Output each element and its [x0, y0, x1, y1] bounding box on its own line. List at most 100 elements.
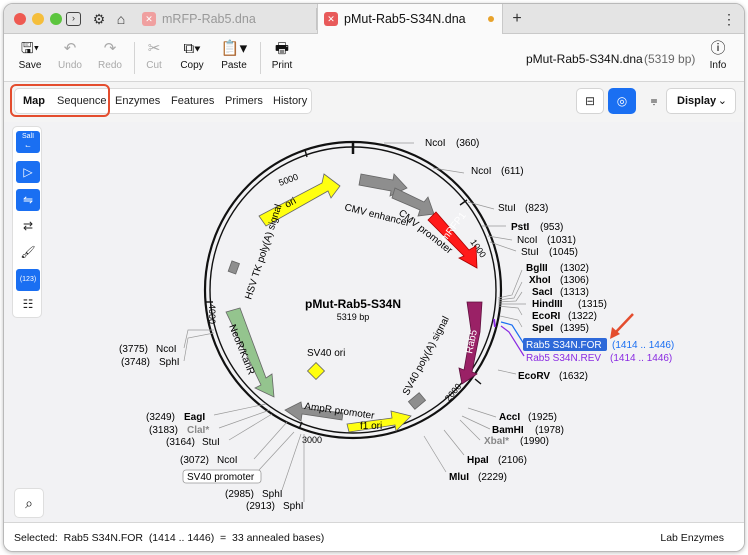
- home-icon[interactable]: ⌂: [112, 10, 130, 28]
- more-menu-icon[interactable]: ⋮: [720, 10, 738, 28]
- site-label[interactable]: PstI: [511, 222, 530, 233]
- numbering-tool-button[interactable]: (123): [16, 269, 40, 291]
- tab-history[interactable]: History: [273, 89, 307, 113]
- site-pos: (1395): [560, 323, 589, 334]
- gear-icon[interactable]: ⚙: [90, 10, 108, 28]
- site-pos: (1322): [568, 311, 597, 322]
- selection-status: Selected: Rab5 S34N.FOR (1414 .. 1446) =…: [14, 532, 325, 544]
- save-button[interactable]: 🖫▾ Save: [10, 38, 50, 78]
- primer-for-label[interactable]: Rab5 S34N.FOR: [526, 340, 602, 351]
- info-button[interactable]: ⓘ Info: [698, 38, 738, 78]
- site-pos: (1306): [560, 275, 589, 286]
- linear-view-button[interactable]: ⊟: [576, 88, 604, 114]
- site-label[interactable]: EcoRI: [532, 311, 561, 322]
- site-label[interactable]: SphI: [283, 501, 304, 512]
- feature-sv40-ori[interactable]: [306, 361, 326, 381]
- circular-map-icon: ◎: [616, 94, 628, 108]
- tab-pmut-rab5-s34n[interactable]: ✕ pMut-Rab5-S34N.dna: [317, 4, 503, 34]
- site-pos: (1632): [559, 371, 588, 382]
- feature-neor-kanr[interactable]: [225, 307, 275, 398]
- plasmid-map[interactable]: 1000 2000 3000 4000 5000 ori CMV enhance…: [4, 122, 745, 522]
- cut-site-icon: ⌙: [25, 143, 31, 150]
- site-label[interactable]: SpeI: [532, 323, 553, 334]
- status-bar: Selected: Rab5 S34N.FOR (1414 .. 1446) =…: [4, 522, 744, 551]
- site-label[interactable]: StuI: [202, 437, 220, 448]
- annotation-arrow: [614, 313, 634, 334]
- sidebar-toggle-icon[interactable]: ›: [66, 12, 81, 26]
- site-label[interactable]: NcoI: [156, 344, 177, 355]
- site-pos: (1045): [549, 247, 578, 258]
- enzyme-tool-button[interactable]: SalI ⌙: [16, 131, 40, 153]
- zoom-window-button[interactable]: [50, 13, 62, 25]
- new-tab-icon[interactable]: +: [508, 10, 526, 28]
- display-menu-button[interactable]: Display ⌄: [666, 88, 736, 114]
- enzyme-set-label[interactable]: Lab Enzymes: [660, 523, 724, 551]
- site-label[interactable]: StuI: [498, 203, 516, 214]
- feature-cmv-promoter[interactable]: [391, 187, 435, 217]
- tab-label: mRFP-Rab5.dna: [162, 12, 256, 26]
- text-lines-icon: ☷: [22, 297, 34, 311]
- sequence-icon: ⩦: [650, 93, 658, 107]
- site-label[interactable]: ClaI*: [187, 425, 209, 436]
- site-label[interactable]: XbaI*: [484, 436, 509, 447]
- map-length: 5319 bp: [337, 312, 370, 322]
- site-pos: (2106): [498, 455, 527, 466]
- sequence-view-button[interactable]: ⩦: [640, 88, 668, 114]
- site-pos: (3249): [146, 412, 175, 423]
- map-canvas[interactable]: 1000 2000 3000 4000 5000 ori CMV enhance…: [4, 122, 745, 522]
- document-name: pMut-Rab5-S34N.dna: [526, 52, 643, 66]
- site-label[interactable]: HindIII: [532, 299, 563, 310]
- site-label[interactable]: BamHI: [492, 425, 524, 436]
- site-label[interactable]: SphI: [159, 357, 180, 368]
- app-window: › ⚙ ⌂ ✕ mRFP-Rab5.dna ✕ pMut-Rab5-S34N.d…: [3, 3, 745, 552]
- primer-arrows-icon: ⇋: [22, 193, 34, 207]
- site-pos: (2229): [478, 472, 507, 483]
- orf-tool-button[interactable]: ⇄: [16, 215, 40, 237]
- minimize-window-button[interactable]: [32, 13, 44, 25]
- site-label[interactable]: EagI: [184, 412, 205, 423]
- site-label[interactable]: NcoI: [425, 138, 446, 149]
- primer-tool-button[interactable]: ⇋: [16, 189, 40, 211]
- paint-tool-button[interactable]: 🖌: [16, 241, 40, 263]
- toolbar: 🖫▾ Save ↶ Undo ↷ Redo ✂ Cut ⧉▾ Copy 📋▾ Paste 🖶…: [4, 34, 744, 82]
- redo-button[interactable]: ↷ Redo: [90, 38, 130, 78]
- map-tool-palette: SalI ⌙ ▷ ⇋ ⇄ 🖌 (123) ☷: [12, 126, 42, 318]
- primer-rev-label[interactable]: Rab5 S34N.REV: [526, 353, 601, 364]
- zoom-search-button[interactable]: ⌕: [14, 488, 44, 518]
- scissors-icon: ✂: [147, 40, 161, 57]
- undo-button[interactable]: ↶ Undo: [50, 38, 90, 78]
- copy-icon: ⧉▾: [183, 40, 201, 57]
- paste-button[interactable]: 📋▾ Paste: [214, 38, 254, 78]
- site-label[interactable]: NcoI: [217, 455, 238, 466]
- linear-map-icon: ⊟: [584, 94, 596, 108]
- site-label[interactable]: HpaI: [467, 455, 489, 466]
- tab-mrfp-rab5[interactable]: ✕ mRFP-Rab5.dna: [136, 4, 316, 34]
- view-bar: Map Sequence Enzymes Features Primers Hi…: [4, 82, 744, 122]
- site-label[interactable]: EcoRV: [518, 371, 550, 382]
- cut-button[interactable]: ✂ Cut: [134, 38, 174, 78]
- circular-view-button[interactable]: ◎: [608, 88, 636, 114]
- site-label[interactable]: MluI: [449, 472, 469, 483]
- site-label[interactable]: BglII: [526, 263, 548, 274]
- text-tool-button[interactable]: ☷: [16, 293, 40, 315]
- annotation-highlight-box: [10, 84, 110, 117]
- close-window-button[interactable]: [14, 13, 26, 25]
- site-label[interactable]: NcoI: [471, 166, 492, 177]
- site-label[interactable]: XhoI: [529, 275, 551, 286]
- feature-tool-button[interactable]: ▷: [16, 161, 40, 183]
- tab-enzymes[interactable]: Enzymes: [115, 89, 160, 113]
- site-label[interactable]: AccI: [499, 412, 520, 423]
- site-label[interactable]: SphI: [262, 489, 283, 500]
- feature-label-sv40-ori: SV40 ori: [307, 348, 345, 359]
- feature-hsv-tk-polya[interactable]: [227, 260, 240, 275]
- site-label[interactable]: SacI: [532, 287, 553, 298]
- copy-button[interactable]: ⧉▾ Copy: [172, 38, 212, 78]
- site-label[interactable]: NcoI: [517, 235, 538, 246]
- site-label[interactable]: StuI: [521, 247, 539, 258]
- tab-features[interactable]: Features: [171, 89, 214, 113]
- site-pos: (1031): [547, 235, 576, 246]
- site-pos: (611): [501, 166, 524, 177]
- tab-primers[interactable]: Primers: [225, 89, 263, 113]
- numbering-label: (123): [19, 276, 37, 283]
- print-button[interactable]: 🖶 Print: [262, 38, 302, 78]
